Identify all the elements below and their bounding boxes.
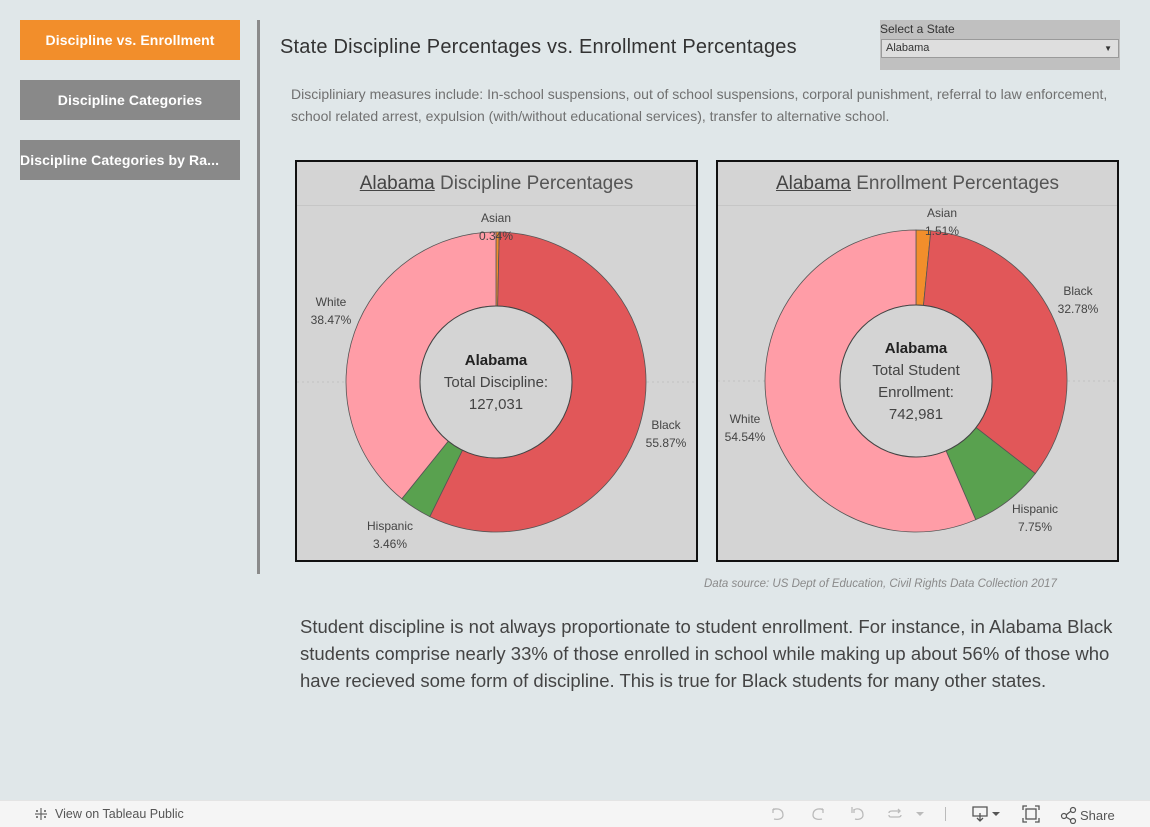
- discipline-chart-panel: Alabama Discipline Percentages Asian 0.34…: [295, 160, 698, 562]
- view-on-tableau-public-link[interactable]: View on Tableau Public: [33, 806, 184, 822]
- center-total-text: 127,031: [469, 396, 523, 413]
- center-total-text: 742,981: [889, 406, 943, 423]
- label-hispanic-value: 3.46%: [373, 537, 407, 551]
- center-state-name: Alabama: [885, 340, 948, 357]
- label-white-name: White: [730, 412, 761, 426]
- toolbar-separator: [945, 807, 946, 821]
- label-hispanic-value: 7.75%: [1018, 520, 1052, 534]
- discipline-description: Discipliniary measures include: In-schoo…: [291, 86, 1108, 124]
- vertical-divider: [257, 20, 260, 574]
- label-asian-value: 0.34%: [479, 229, 513, 243]
- label-hispanic-name: Hispanic: [367, 519, 413, 533]
- label-asian-name: Asian: [481, 211, 511, 225]
- state-filter-label: Select a State: [880, 22, 955, 36]
- donut-hole: [839, 304, 993, 458]
- undo-icon[interactable]: [768, 805, 788, 823]
- state-select-value: Alabama: [886, 42, 930, 54]
- label-black-value: 55.87%: [646, 436, 687, 450]
- label-asian-name: Asian: [927, 206, 957, 220]
- label-black-name: Black: [1063, 284, 1093, 298]
- download-icon[interactable]: [970, 805, 1002, 823]
- page-title: State Discipline Percentages vs. Enrollm…: [280, 36, 797, 58]
- state-filter: Select a State Alabama ▼: [880, 20, 1120, 70]
- chevron-down-icon[interactable]: ▼: [1104, 40, 1112, 57]
- enrollment-donut-chart: Asian 1.51% Black 32.78% Hispanic 7.75% White 5…: [718, 206, 1117, 534]
- label-asian-value: 1.51%: [925, 224, 959, 238]
- summary-text: Student discipline is not always proport…: [300, 616, 1113, 691]
- tableau-link-label: View on Tableau Public: [55, 807, 184, 821]
- state-select[interactable]: Alabama ▼: [881, 39, 1119, 58]
- label-black-value: 32.78%: [1058, 302, 1099, 316]
- refresh-icon[interactable]: [885, 805, 905, 823]
- label-hispanic-name: Hispanic: [1012, 502, 1058, 516]
- data-source-note: Data source: US Dept of Education, Civil…: [704, 578, 1057, 590]
- revert-icon[interactable]: [848, 805, 868, 823]
- dropdown-icon[interactable]: [914, 805, 926, 823]
- share-button[interactable]: Share: [1060, 806, 1115, 824]
- enrollment-chart-panel: Alabama Enrollment Percentages Asian 1.51…: [716, 160, 1119, 562]
- redo-icon[interactable]: [808, 805, 828, 823]
- discipline-donut-chart: Asian 0.34% Black 55.87% Hispanic 3.46% White 3…: [297, 211, 696, 551]
- share-icon: [1060, 806, 1077, 824]
- center-total-text: Total Student: [872, 362, 960, 379]
- label-white-value: 38.47%: [311, 313, 352, 327]
- center-total-text: Enrollment:: [878, 384, 954, 401]
- tableau-toolbar: View on Tableau Public Share: [0, 800, 1150, 827]
- label-black-name: Black: [651, 418, 681, 432]
- center-state-name: Alabama: [465, 352, 528, 369]
- label-white-value: 54.54%: [725, 430, 766, 444]
- center-total-text: Total Discipline:: [444, 374, 548, 391]
- label-white-name: White: [316, 295, 347, 309]
- nav-discipline-categories-by-race[interactable]: Discipline Categories by Ra...: [20, 140, 240, 180]
- nav-discipline-categories[interactable]: Discipline Categories: [20, 80, 240, 120]
- nav-discipline-vs-enrollment[interactable]: Discipline vs. Enrollment: [20, 20, 240, 60]
- fullscreen-icon[interactable]: [1021, 805, 1041, 823]
- share-label: Share: [1080, 807, 1115, 823]
- tableau-logo-icon: [35, 808, 47, 820]
